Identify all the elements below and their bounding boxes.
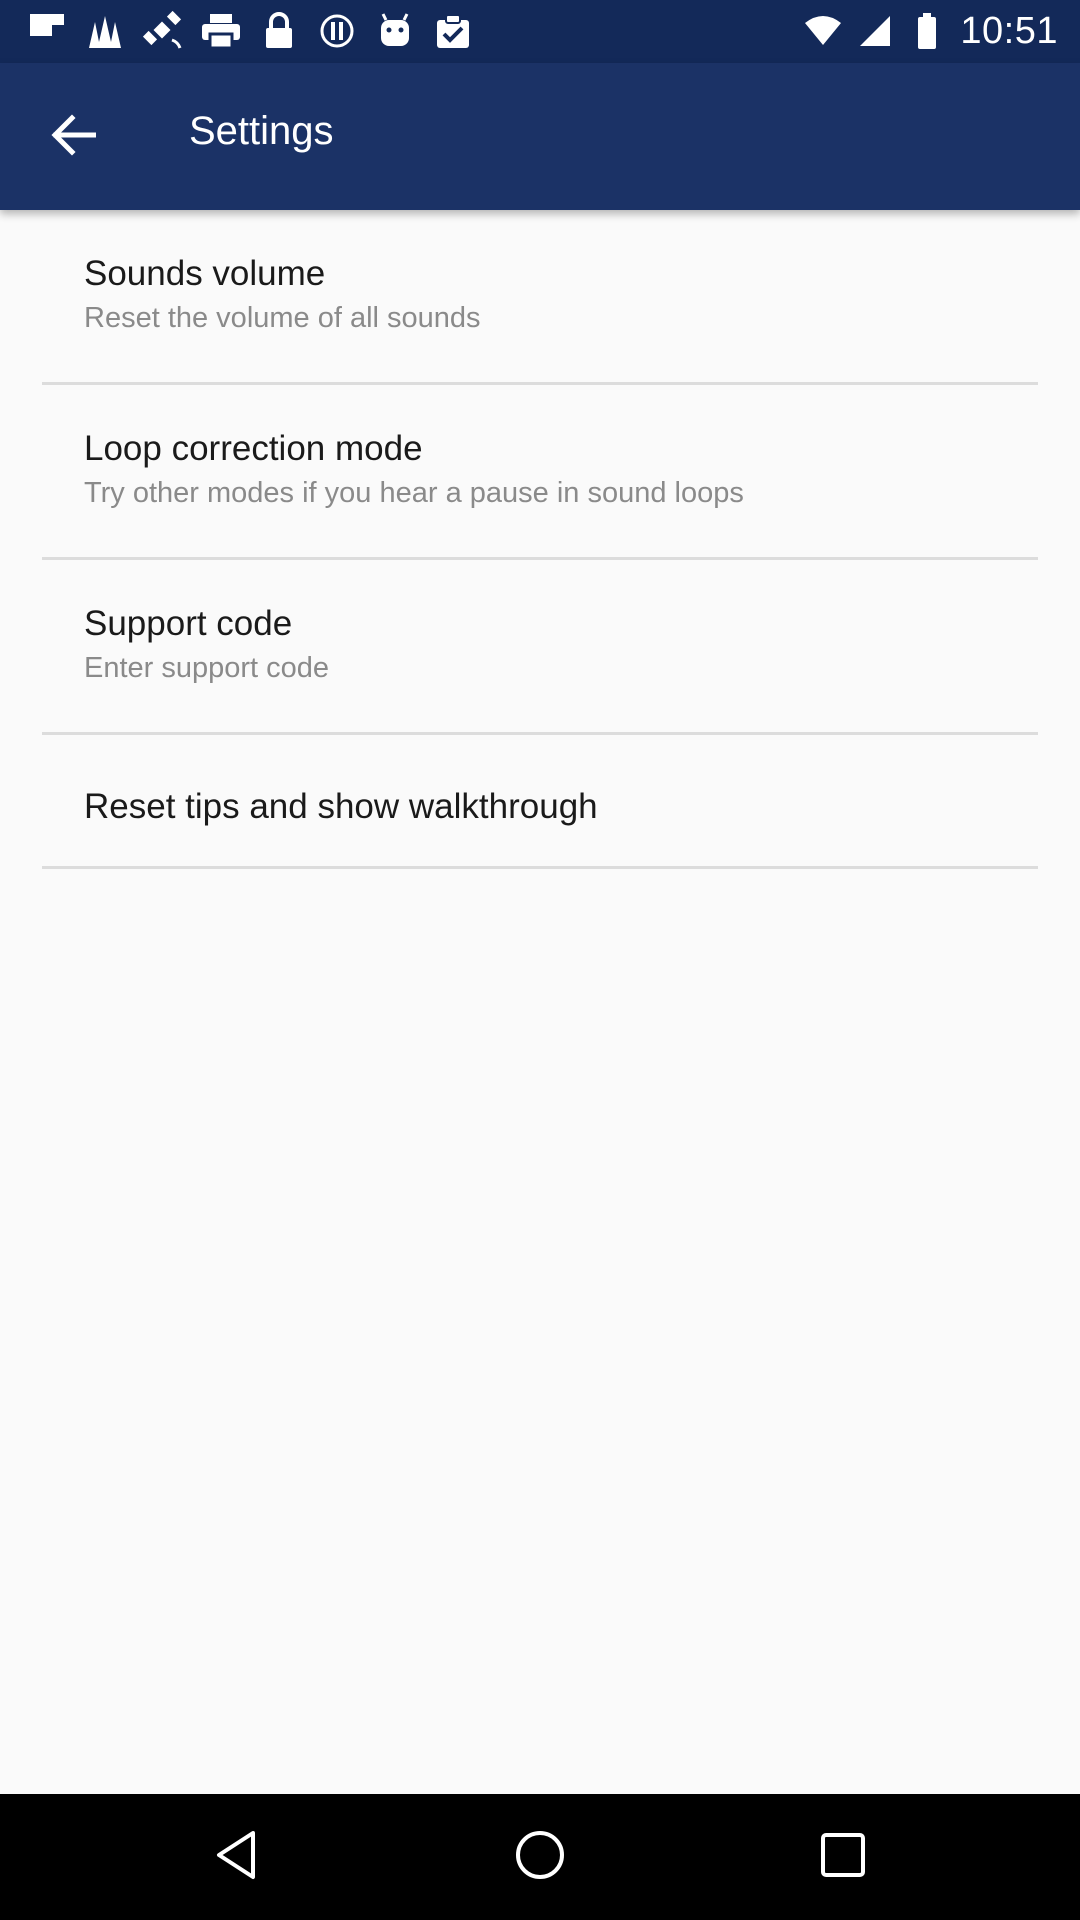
app-bar: Settings (0, 63, 1080, 210)
status-time: 10:51 (960, 9, 1058, 52)
android-icon (374, 10, 416, 52)
settings-list: Sounds volume Reset the volume of all so… (0, 210, 1080, 869)
flipboard-icon (26, 10, 68, 52)
signal-icon (856, 10, 894, 52)
status-notification-icons (26, 10, 490, 52)
setting-reset-tips[interactable]: Reset tips and show walkthrough (42, 735, 1038, 869)
wifi-icon (804, 10, 842, 52)
satellite-fake-icon (142, 10, 184, 52)
lock-icon (258, 10, 300, 52)
printer-icon (200, 10, 242, 52)
nav-back-button[interactable] (202, 1822, 272, 1892)
info-circle-icon (316, 10, 358, 52)
setting-sounds-volume[interactable]: Sounds volume Reset the volume of all so… (42, 210, 1038, 385)
status-bar: 10:51 (0, 0, 1080, 63)
setting-support-code[interactable]: Support code Enter support code (42, 560, 1038, 735)
arrow-back-icon (50, 113, 97, 161)
back-button[interactable] (28, 97, 118, 177)
grass-icon (84, 10, 126, 52)
battery-icon (908, 10, 946, 52)
setting-title: Loop correction mode (84, 429, 423, 468)
page-title: Settings (189, 109, 334, 153)
setting-title: Reset tips and show walkthrough (84, 787, 598, 826)
setting-subtitle: Try other modes if you hear a pause in s… (84, 477, 744, 509)
setting-loop-correction-mode[interactable]: Loop correction mode Try other modes if … (42, 385, 1038, 560)
home-circle-icon (514, 1829, 566, 1886)
navigation-bar (0, 1794, 1080, 1920)
setting-title: Sounds volume (84, 254, 326, 293)
recents-square-icon (820, 1832, 866, 1883)
status-system-icons: 10:51 (804, 6, 1058, 56)
clipboard-check-icon (432, 10, 474, 52)
setting-title: Support code (84, 604, 293, 643)
setting-subtitle: Reset the volume of all sounds (84, 302, 481, 334)
nav-home-button[interactable] (505, 1822, 575, 1892)
nav-recents-button[interactable] (808, 1822, 878, 1892)
setting-subtitle: Enter support code (84, 652, 330, 684)
back-triangle-icon (213, 1829, 261, 1886)
